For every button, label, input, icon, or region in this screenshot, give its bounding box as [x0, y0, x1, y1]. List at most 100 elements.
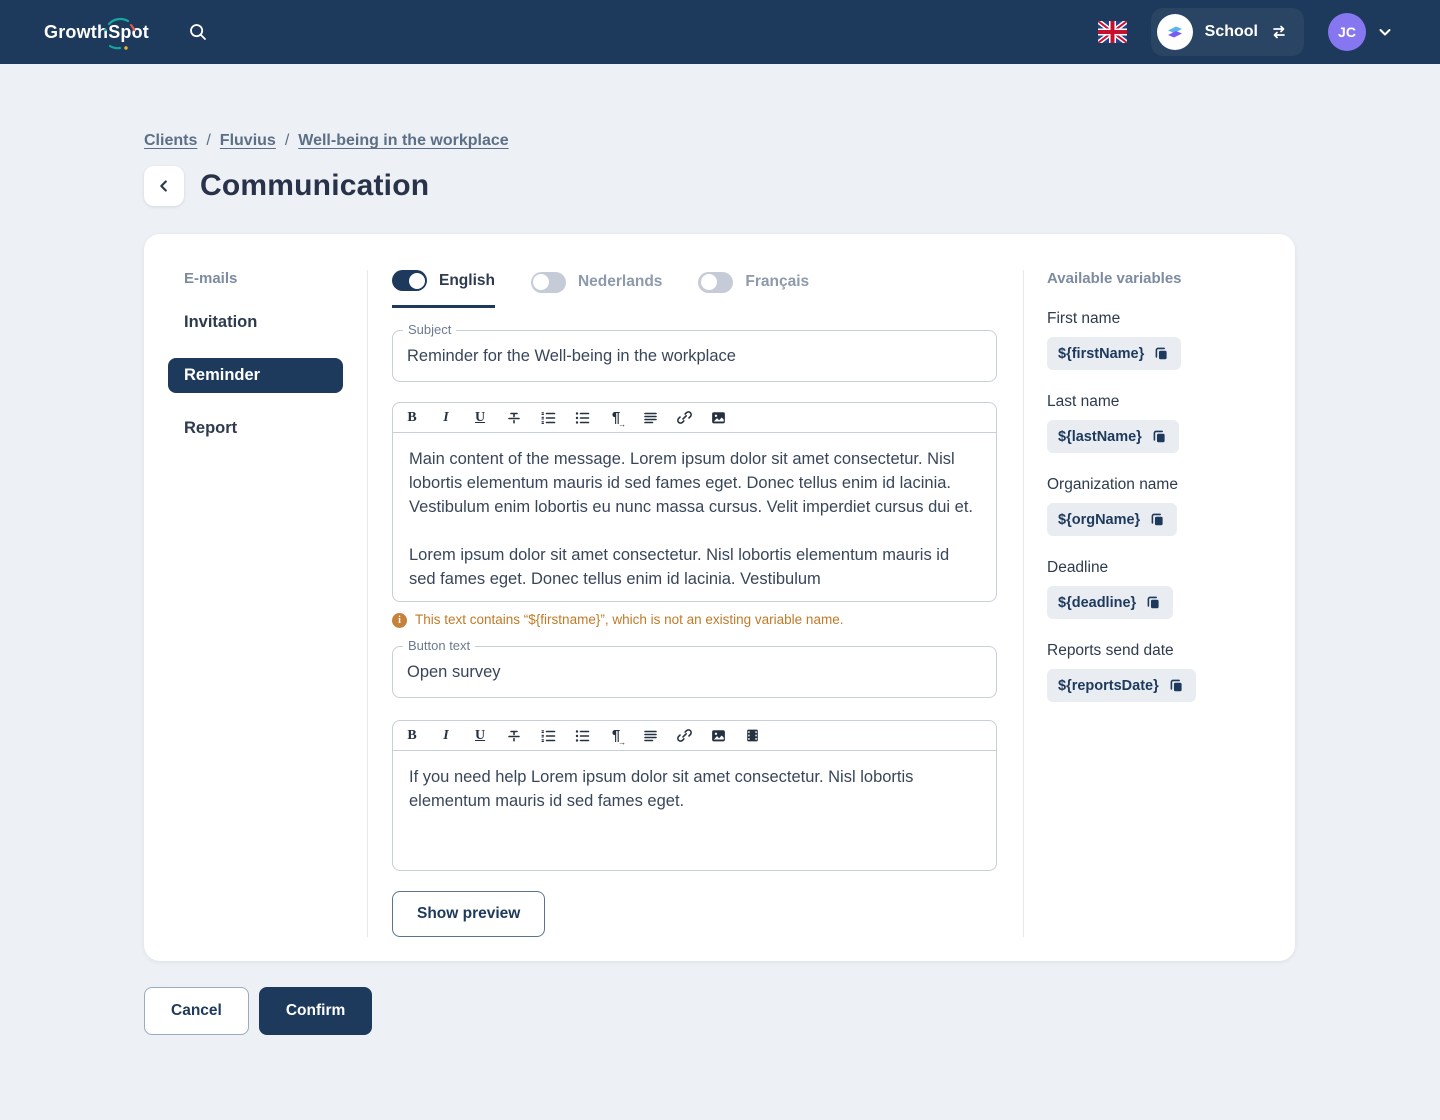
confirm-button[interactable]: Confirm	[259, 987, 372, 1035]
unordered-list-icon[interactable]	[569, 724, 595, 748]
italic-icon[interactable]: I	[433, 406, 459, 430]
variable-token: ${orgName}	[1058, 512, 1140, 528]
pilcrow-glyph: ¶	[612, 409, 620, 426]
workspace-name: School	[1205, 23, 1258, 41]
language-tab-nederlands[interactable]: Nederlands	[531, 270, 662, 308]
image-icon[interactable]	[705, 724, 731, 748]
variable-chip-orgname[interactable]: ${orgName}	[1047, 503, 1177, 536]
top-navbar: GrowthSpot	[0, 0, 1440, 64]
page-content: Clients / Fluvius / Well-being in the wo…	[0, 64, 1440, 1035]
bold-icon[interactable]: B	[399, 406, 425, 430]
uk-flag-icon[interactable]	[1098, 21, 1127, 43]
italic-icon[interactable]: I	[433, 724, 459, 748]
editor-column: English Nederlands Français Subject Remi…	[368, 270, 1024, 937]
rich-text-toolbar: B I U ¶	[392, 402, 997, 433]
cancel-button[interactable]: Cancel	[144, 987, 249, 1035]
variable-token: ${firstName}	[1058, 346, 1144, 362]
strikethrough-icon[interactable]	[501, 406, 527, 430]
toggle-knob	[409, 273, 425, 289]
back-button[interactable]	[144, 166, 184, 206]
variable-label: Organization name	[1047, 476, 1271, 494]
subject-label: Subject	[403, 322, 456, 337]
italic-glyph: I	[443, 410, 448, 426]
button-text-field[interactable]: Button text Open survey	[392, 646, 997, 698]
language-label: Français	[745, 273, 809, 291]
footer-content-editor: B I U ¶	[392, 720, 997, 871]
page-title: Communication	[200, 169, 429, 203]
search-icon[interactable]	[187, 21, 209, 43]
video-icon[interactable]	[739, 724, 765, 748]
align-left-icon[interactable]	[637, 724, 663, 748]
underline-icon[interactable]: U	[467, 406, 493, 430]
align-left-icon[interactable]	[637, 406, 663, 430]
sidebar-item-reminder[interactable]: Reminder	[168, 358, 343, 393]
breadcrumb-separator: /	[285, 132, 289, 150]
footer-content-textarea[interactable]: If you need help Lorem ipsum dolor sit a…	[392, 751, 997, 871]
button-text-label: Button text	[403, 638, 475, 653]
ordered-list-icon[interactable]	[535, 406, 561, 430]
main-content-textarea[interactable]: Main content of the message. Lorem ipsum…	[392, 433, 997, 602]
language-tabs: English Nederlands Français	[392, 270, 997, 308]
variables-panel: Available variables First name ${firstNa…	[1024, 270, 1271, 937]
language-label: Nederlands	[578, 273, 662, 291]
variable-chip-lastname[interactable]: ${lastName}	[1047, 420, 1179, 453]
variable-label: First name	[1047, 310, 1271, 328]
sidebar-item-report[interactable]: Report	[168, 411, 343, 446]
breadcrumb: Clients / Fluvius / Well-being in the wo…	[144, 132, 1295, 150]
sidebar-item-invitation[interactable]: Invitation	[168, 305, 343, 340]
language-label: English	[439, 272, 495, 290]
strikethrough-icon[interactable]	[501, 724, 527, 748]
unordered-list-icon[interactable]	[569, 406, 595, 430]
variable-chip-reportsdate[interactable]: ${reportsDate}	[1047, 669, 1196, 702]
workspace-logo-icon	[1157, 14, 1193, 50]
chevron-left-icon	[157, 179, 171, 193]
communication-card: E-mails Invitation Reminder Report Engli…	[144, 234, 1295, 961]
warning-text: This text contains “${firstname}”, which…	[415, 612, 843, 627]
navbar-right: School JC	[1098, 8, 1392, 56]
image-icon[interactable]	[705, 406, 731, 430]
english-toggle[interactable]	[392, 270, 427, 291]
variable-warning: i This text contains “${firstname}”, whi…	[392, 612, 997, 628]
underline-icon[interactable]: U	[467, 724, 493, 748]
underline-glyph: U	[475, 410, 485, 426]
link-icon[interactable]	[671, 724, 697, 748]
toggle-knob	[533, 274, 549, 290]
breadcrumb-fluvius[interactable]: Fluvius	[220, 132, 276, 150]
copy-icon[interactable]	[1151, 428, 1168, 445]
language-tab-francais[interactable]: Français	[698, 270, 809, 308]
bold-icon[interactable]: B	[399, 724, 425, 748]
variable-chip-deadline[interactable]: ${deadline}	[1047, 586, 1173, 619]
footer-content-paragraph: If you need help Lorem ipsum dolor sit a…	[409, 765, 980, 813]
paragraph-icon[interactable]: ¶	[603, 724, 629, 748]
toggle-knob	[701, 274, 717, 290]
copy-icon[interactable]	[1153, 345, 1170, 362]
user-menu[interactable]: JC	[1328, 13, 1392, 51]
main-content-editor: B I U ¶	[392, 402, 997, 602]
main-content-paragraph-1: Main content of the message. Lorem ipsum…	[409, 447, 980, 519]
bold-glyph: B	[407, 728, 416, 744]
variable-chip-firstname[interactable]: ${firstName}	[1047, 337, 1181, 370]
workspace-switcher[interactable]: School	[1151, 8, 1304, 56]
emails-sidebar: E-mails Invitation Reminder Report	[168, 270, 368, 937]
info-icon: i	[392, 613, 407, 628]
subject-field[interactable]: Subject Reminder for the Well-being in t…	[392, 330, 997, 382]
avatar: JC	[1328, 13, 1366, 51]
rich-text-toolbar: B I U ¶	[392, 720, 997, 751]
nederlands-toggle[interactable]	[531, 272, 566, 293]
subject-value: Reminder for the Well-being in the workp…	[407, 347, 736, 366]
button-text-value: Open survey	[407, 663, 501, 682]
copy-icon[interactable]	[1145, 594, 1162, 611]
brand-logo[interactable]: GrowthSpot	[44, 22, 149, 43]
copy-icon[interactable]	[1149, 511, 1166, 528]
show-preview-button[interactable]: Show preview	[392, 891, 545, 937]
francais-toggle[interactable]	[698, 272, 733, 293]
breadcrumb-clients[interactable]: Clients	[144, 132, 197, 150]
paragraph-icon[interactable]: ¶	[603, 406, 629, 430]
ordered-list-icon[interactable]	[535, 724, 561, 748]
link-icon[interactable]	[671, 406, 697, 430]
brand-name: GrowthSpot	[44, 22, 149, 43]
language-tab-english[interactable]: English	[392, 270, 495, 308]
copy-icon[interactable]	[1168, 677, 1185, 694]
breadcrumb-wellbeing[interactable]: Well-being in the workplace	[298, 132, 508, 150]
variable-label: Last name	[1047, 393, 1271, 411]
